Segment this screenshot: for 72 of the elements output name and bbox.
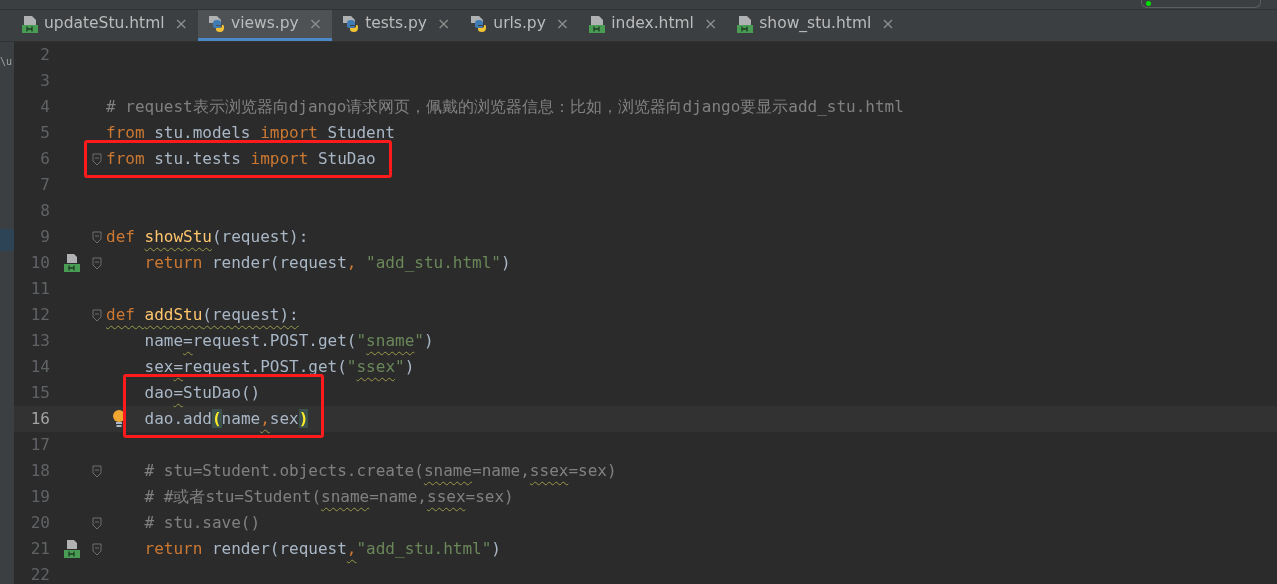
- code-line: dao.add(name,sex): [144, 408, 309, 430]
- line-number: 16: [30, 409, 50, 428]
- line-number: 5: [40, 123, 50, 142]
- line-number: 2: [40, 45, 50, 64]
- python-file-icon: [208, 15, 225, 33]
- fold-marker-icon[interactable]: [92, 230, 102, 244]
- html-file-icon: [22, 15, 38, 33]
- lightbulb-icon[interactable]: [112, 410, 126, 428]
- line-number: 11: [30, 279, 50, 298]
- html-file-icon: [589, 15, 606, 33]
- python-file-icon: [470, 15, 488, 33]
- tab-label: index.html: [611, 13, 694, 35]
- line-number: 3: [40, 71, 50, 90]
- code-line: # stu.save(): [144, 512, 261, 534]
- editor-tab[interactable]: views.py ×: [198, 10, 333, 41]
- line-number: 19: [30, 487, 50, 506]
- run-configuration-button[interactable]: [1141, 0, 1261, 8]
- line-number: 21: [30, 539, 50, 558]
- line-number: 22: [30, 565, 50, 584]
- line-number: 20: [30, 513, 50, 532]
- fold-marker-icon[interactable]: [92, 542, 102, 556]
- line-number: 6: [40, 149, 50, 168]
- code-line: name=request.POST.get("sname"): [144, 330, 434, 352]
- line-number: 7: [40, 175, 50, 194]
- editor-tab[interactable]: urls.py ×: [460, 10, 580, 41]
- close-tab-button[interactable]: ×: [308, 12, 323, 36]
- code-line: # request表示浏览器向django请求网页，佩戴的浏览器信息：比如，浏览器向django要显示add_stu.html: [106, 96, 904, 118]
- tab-label: show_stu.html: [759, 13, 872, 35]
- editor-tab[interactable]: tests.py ×: [332, 10, 461, 41]
- line-number: 12: [30, 305, 50, 324]
- line-number: 18: [30, 461, 50, 480]
- fold-marker-icon[interactable]: [92, 516, 102, 530]
- code-line: def addStu(request):: [106, 304, 299, 326]
- code-line: return render(request, "add_stu.html"): [144, 252, 511, 274]
- python-file-icon: [342, 15, 360, 33]
- code-line: dao=StuDao(): [144, 382, 261, 404]
- fold-marker-icon[interactable]: [92, 308, 102, 322]
- editor-tab[interactable]: index.html ×: [579, 10, 728, 41]
- close-tab-button[interactable]: ×: [555, 12, 570, 36]
- code-line: def showStu(request):: [106, 226, 309, 248]
- line-number: 4: [40, 97, 50, 116]
- editor-tab[interactable]: show_stu.html ×: [727, 10, 905, 41]
- code-line: from stu.tests import StuDao: [106, 148, 376, 170]
- fold-marker-icon[interactable]: [92, 256, 102, 270]
- html-file-icon[interactable]: [63, 539, 81, 559]
- side-panel-text: \u: [0, 55, 14, 69]
- line-number: 17: [30, 435, 50, 454]
- editor-tab[interactable]: updateStu.html ×: [12, 10, 198, 41]
- html-file-icon[interactable]: [63, 253, 81, 273]
- tab-label: updateStu.html: [44, 13, 165, 35]
- line-number: 10: [30, 253, 50, 272]
- code-line: return render(request,"add_stu.html"): [144, 538, 501, 560]
- tab-label: views.py: [231, 13, 299, 35]
- line-number: 13: [30, 331, 50, 350]
- html-file-icon: [737, 15, 754, 33]
- code-line: from stu.models import Student: [106, 122, 395, 144]
- close-tab-button[interactable]: ×: [703, 12, 718, 36]
- line-number: 9: [40, 227, 50, 246]
- close-tab-button[interactable]: ×: [436, 12, 451, 36]
- code-line: # #或者stu=Student(sname=name,ssex=sex): [144, 486, 514, 508]
- close-tab-button[interactable]: ×: [174, 12, 188, 36]
- code-line: # stu=Student.objects.create(sname=name,ssex=sex): [144, 460, 617, 482]
- fold-marker-icon[interactable]: [92, 464, 102, 478]
- code-line: sex=request.POST.get("ssex"): [144, 356, 415, 378]
- fold-marker-icon[interactable]: [92, 152, 102, 166]
- line-number: 15: [30, 383, 50, 402]
- line-number: 8: [40, 201, 50, 220]
- close-tab-button[interactable]: ×: [881, 12, 895, 36]
- tab-label: urls.py: [493, 13, 546, 35]
- selection-marker: [0, 229, 14, 251]
- line-number: 14: [30, 357, 50, 376]
- tab-label: tests.py: [365, 13, 427, 35]
